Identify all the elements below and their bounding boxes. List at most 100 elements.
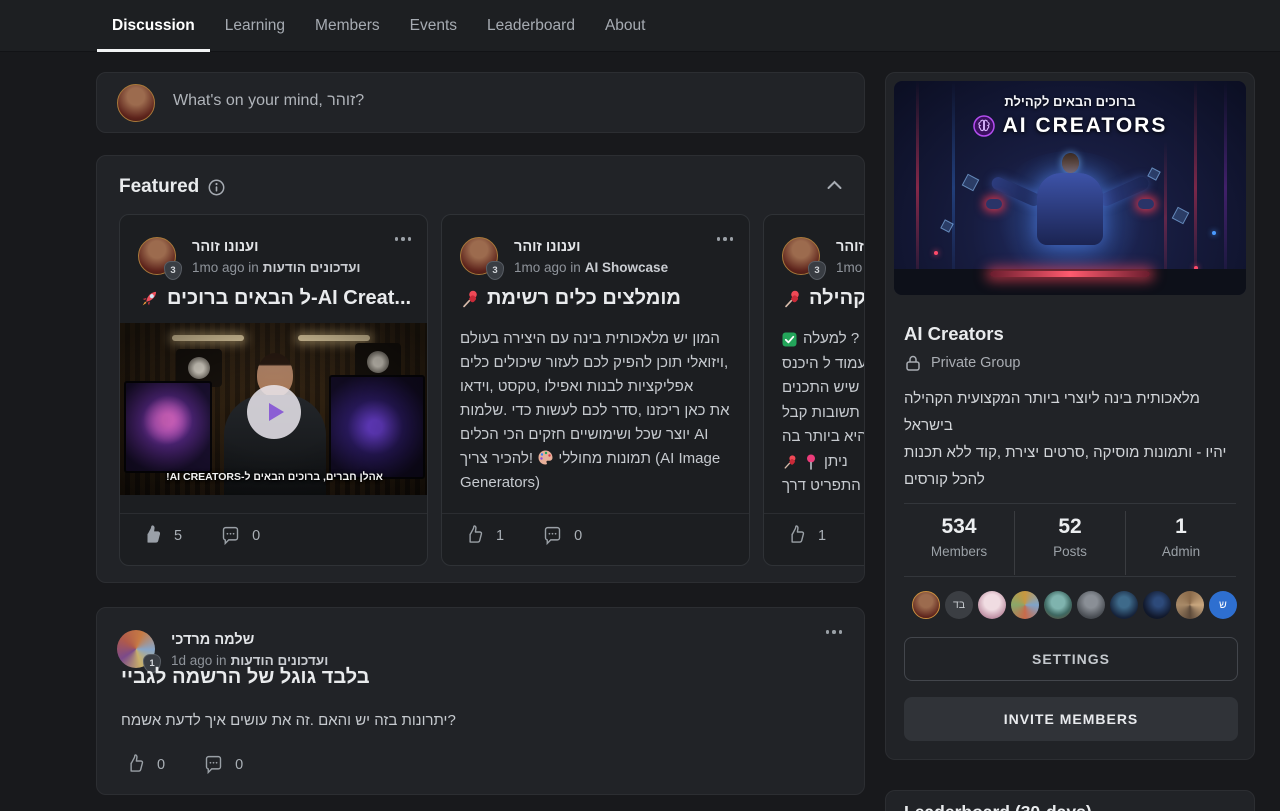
featured-post-card[interactable]: 3 זוהר וענונו 1mo קהילה למעלה ? היכנס ל … <box>763 214 865 566</box>
member-avatar[interactable] <box>1077 591 1105 619</box>
post-body: למעלה ? היכנס ל עמוד התכנים שיש קבל תשוב… <box>782 327 865 499</box>
settings-button[interactable]: SETTINGS <box>904 637 1238 681</box>
stat-value: 1 <box>1126 515 1236 539</box>
stat-label: Members <box>904 544 1014 559</box>
member-avatar[interactable] <box>1044 591 1072 619</box>
post-time: 1mo ago in <box>514 260 581 275</box>
author-name[interactable]: מרדכי שלמה <box>171 632 254 648</box>
group-info-card: ברוכים הבאים לקהילת AI CREATORS AI Creat… <box>885 72 1255 760</box>
post-time: 1mo <box>836 260 862 275</box>
tab-learning[interactable]: Learning <box>210 0 300 52</box>
post-body-text: אשמח לדעת איך עושים את זה. והאם יש בזה י… <box>121 712 456 729</box>
composer-prompt: What's on your mind, זוהר? <box>173 92 364 110</box>
post-meta: 1mo ago in AI Showcase <box>514 260 668 275</box>
stat-admin[interactable]: 1 Admin <box>1126 511 1236 575</box>
member-avatar[interactable]: ש <box>1209 591 1237 619</box>
leaderboard-card: Leaderboard (30-days) <box>885 790 1255 811</box>
member-avatar[interactable] <box>978 591 1006 619</box>
tab-leaderboard[interactable]: Leaderboard <box>472 0 590 52</box>
video-caption: אהלן חברים, ברוכים הבאים ל-AI CREATORS! <box>120 471 428 483</box>
brain-icon <box>973 115 995 137</box>
round-pin-icon <box>804 454 818 470</box>
member-avatar[interactable] <box>912 591 940 619</box>
featured-cards-row: 3 זוהר וענונו 1mo ago in הודעות ועדכונים… <box>119 214 865 568</box>
comment-button[interactable]: 0 <box>542 525 582 546</box>
lock-icon <box>904 354 922 372</box>
level-badge: 3 <box>164 261 182 280</box>
tab-events[interactable]: Events <box>395 0 472 52</box>
video-thumbnail[interactable]: אהלן חברים, ברוכים הבאים ל-AI CREATORS! <box>120 323 428 495</box>
stat-label: Admin <box>1126 544 1236 559</box>
post-title-text: ברוכים הבאים ל-AI Creat... <box>167 287 411 310</box>
like-count: 0 <box>157 757 165 773</box>
post-body-text: בעולם היצירה עם בינה מלאכותית יש המון כל… <box>460 330 730 467</box>
invite-members-button[interactable]: INVITE MEMBERS <box>904 697 1238 741</box>
stat-members[interactable]: 534 Members <box>904 511 1014 575</box>
post-title: ברוכים הבאים ל-AI Creat... <box>138 287 411 310</box>
chevron-up-icon[interactable] <box>827 180 842 190</box>
tab-label: Learning <box>225 17 285 35</box>
stat-label: Posts <box>1015 544 1125 559</box>
play-button[interactable] <box>247 385 301 439</box>
member-avatar[interactable] <box>1110 591 1138 619</box>
like-button[interactable]: 1 <box>786 525 826 546</box>
divider <box>904 576 1236 577</box>
like-button[interactable]: 5 <box>142 525 182 546</box>
post-title: לגביי הרשמה של גוגל בלבד <box>121 666 370 689</box>
featured-title: Featured <box>119 176 199 198</box>
post-time: 1mo ago in <box>192 260 259 275</box>
comment-count: 0 <box>574 528 582 544</box>
post-meta: 1mo ago in הודעות ועדכונים <box>192 260 361 275</box>
leaderboard-title: Leaderboard (30-days) <box>904 802 1092 811</box>
tab-discussion[interactable]: Discussion <box>97 0 210 52</box>
author-name[interactable]: זוהר וענונו <box>514 239 580 255</box>
group-name: AI Creators <box>904 323 1004 345</box>
like-button[interactable]: 1 <box>464 525 504 546</box>
tab-members[interactable]: Members <box>300 0 395 52</box>
stat-value: 534 <box>904 515 1014 539</box>
post-menu-icon[interactable] <box>395 237 412 241</box>
palette-icon <box>537 449 554 466</box>
like-button[interactable]: 0 <box>125 754 165 775</box>
nav-tabs: Discussion Learning Members Events Leade… <box>0 0 1280 52</box>
privacy-label: Private Group <box>931 355 1020 371</box>
author-name[interactable]: זוהר וענונו <box>192 239 258 255</box>
info-icon[interactable] <box>208 179 225 196</box>
group-description: הקהילה המקצועית ביותר ליוצרי בינה מלאכות… <box>904 385 1240 493</box>
member-avatar[interactable] <box>1143 591 1171 619</box>
space-name[interactable]: AI Showcase <box>585 260 668 275</box>
post-menu-icon[interactable] <box>826 630 843 634</box>
post-title: קהילה <box>782 287 865 310</box>
post-title: רשימת כלים מומלצים <box>460 287 681 310</box>
comment-button[interactable]: 0 <box>220 525 260 546</box>
post-card[interactable]: 1 מרדכי שלמה 1d ago in הודעות ועדכונים ל… <box>96 607 865 795</box>
current-user-avatar <box>117 84 155 122</box>
level-badge: 3 <box>808 261 826 280</box>
group-cover-image[interactable]: ברוכים הבאים לקהילת AI CREATORS <box>894 81 1246 295</box>
pushpin-icon <box>460 289 480 309</box>
comment-button[interactable]: 0 <box>203 754 243 775</box>
tab-label: Events <box>410 17 457 35</box>
tab-about[interactable]: About <box>590 0 661 52</box>
member-avatar[interactable]: בד <box>945 591 973 619</box>
tab-label: Discussion <box>112 17 195 35</box>
space-name[interactable]: הודעות ועדכונים <box>263 260 361 275</box>
level-badge: 3 <box>486 261 504 280</box>
tab-label: About <box>605 17 646 35</box>
member-avatars: בד ש <box>912 591 1237 619</box>
member-avatar[interactable] <box>1176 591 1204 619</box>
post-title-text: קהילה <box>809 287 865 310</box>
author-name[interactable]: זוהר וענונו <box>836 239 865 255</box>
stat-value: 52 <box>1015 515 1125 539</box>
comment-count: 0 <box>235 757 243 773</box>
featured-post-card[interactable]: 3 זוהר וענונו 1mo ago in הודעות ועדכונים… <box>119 214 428 566</box>
like-count: 5 <box>174 528 182 544</box>
member-avatar[interactable] <box>1011 591 1039 619</box>
like-count: 1 <box>496 528 504 544</box>
rocket-icon <box>138 288 160 310</box>
post-menu-icon[interactable] <box>717 237 734 241</box>
stat-posts[interactable]: 52 Posts <box>1014 511 1126 575</box>
post-composer[interactable]: What's on your mind, זוהר? <box>96 72 865 133</box>
featured-post-card[interactable]: 3 זוהר וענונו 1mo ago in AI Showcase רשי… <box>441 214 750 566</box>
cover-welcome-text: ברוכים הבאים לקהילת <box>894 94 1246 109</box>
